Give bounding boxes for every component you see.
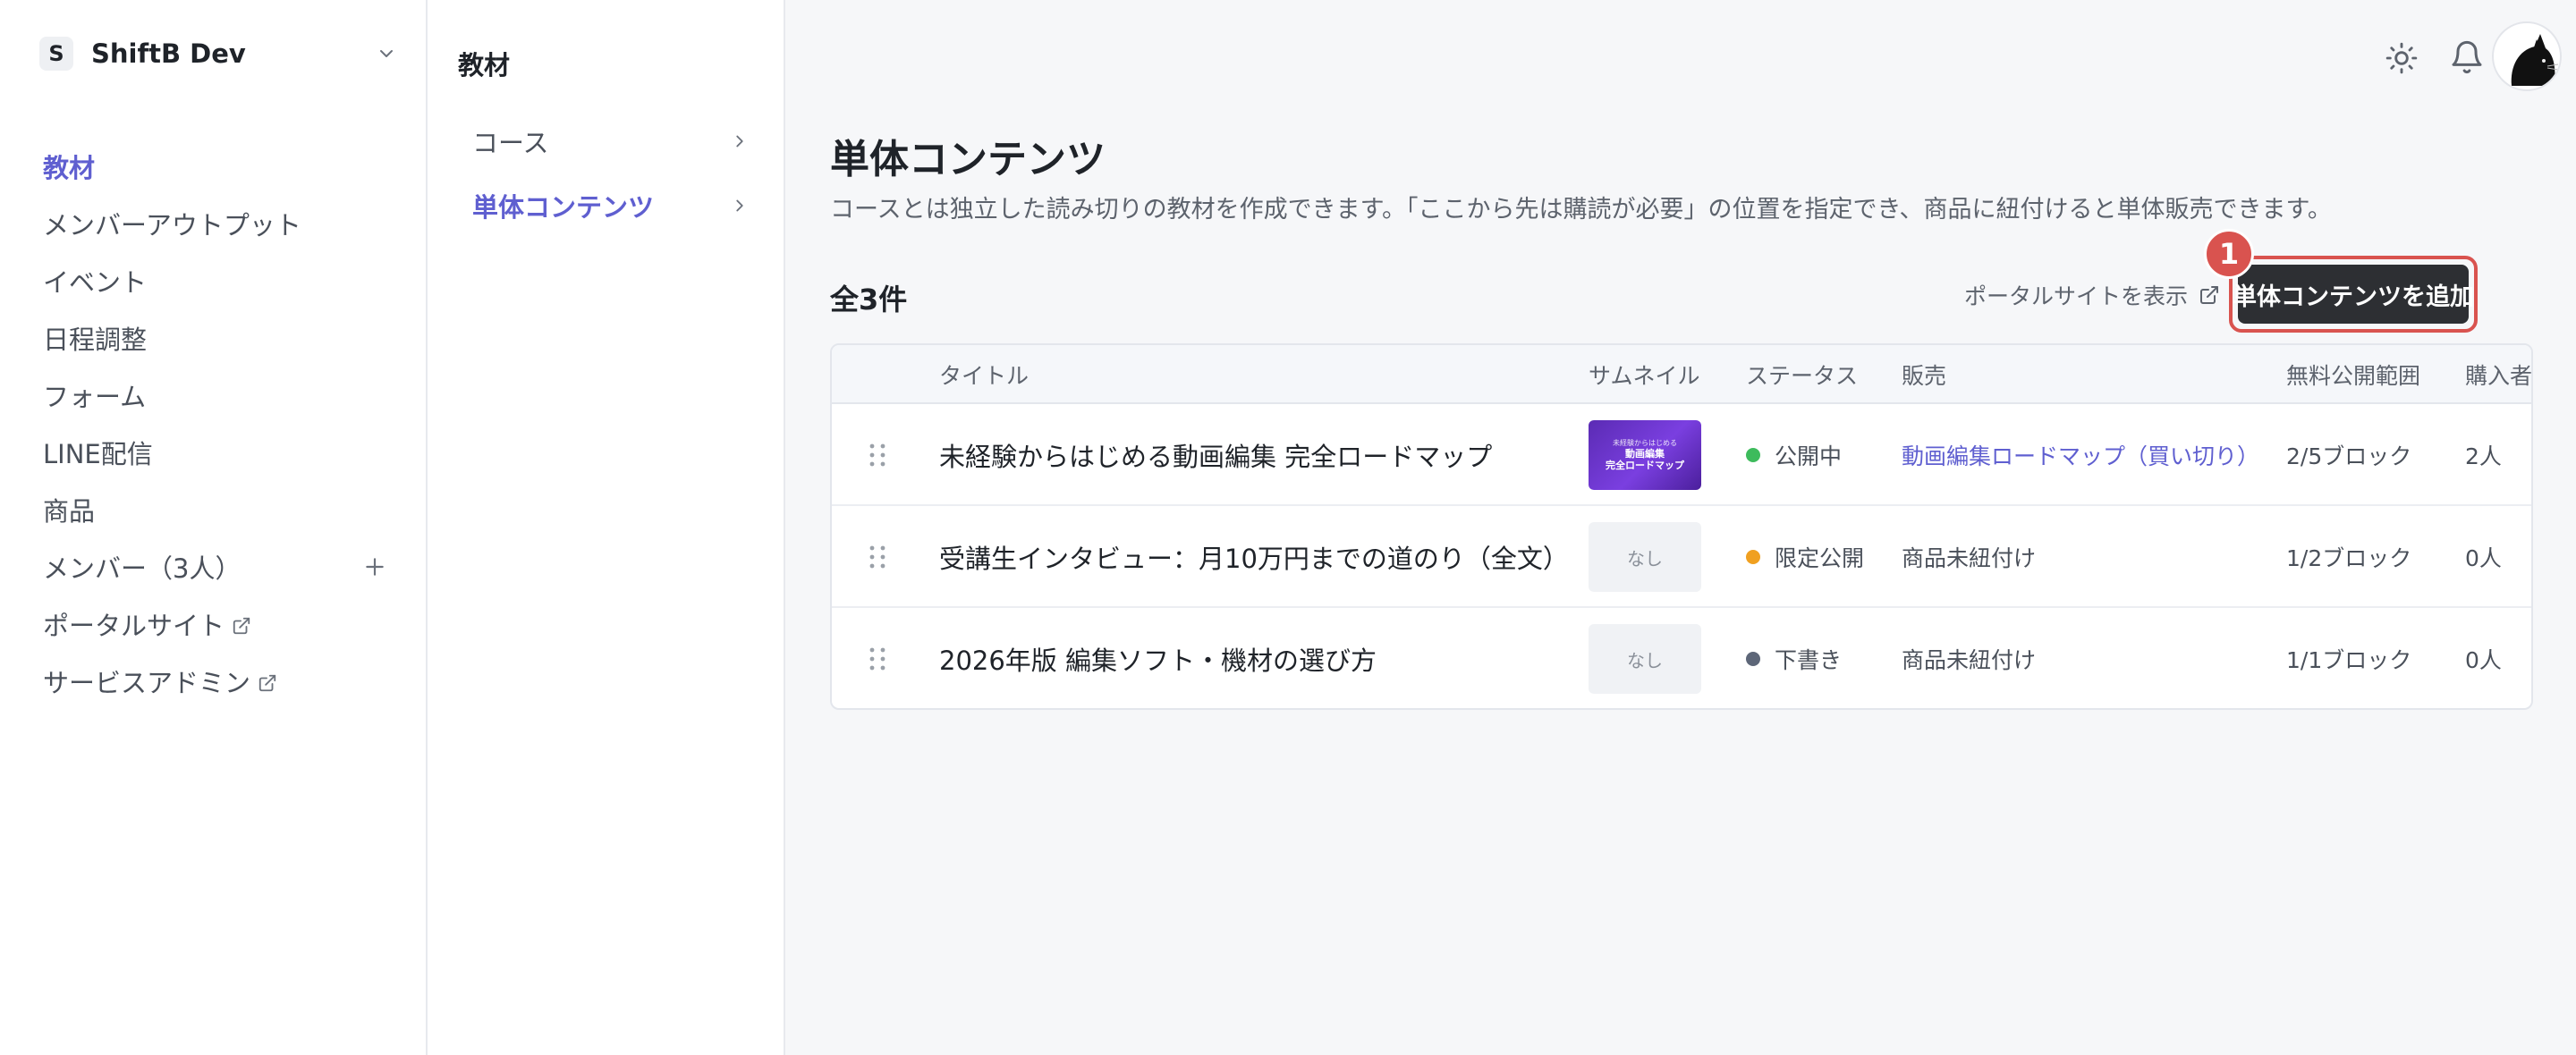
sidebar-item-scheduling[interactable]: 日程調整 — [43, 309, 392, 367]
row-title[interactable]: 受講生インタビュー：月10万円までの道のり（全文） — [939, 506, 1569, 608]
portal-link-label: ポータルサイトを表示 — [1964, 283, 2189, 309]
status-label: 下書き — [1775, 647, 1843, 673]
table-row[interactable]: 2026年版 編集ソフト・機材の選び方 なし 下書き 商品未紐付け 1/1ブロッ… — [832, 608, 2531, 708]
header-title: タイトル — [939, 363, 1030, 389]
thumbnail-text: 完全ロードマップ — [1606, 459, 1684, 471]
status-label: 限定公開 — [1775, 545, 1865, 571]
row-thumbnail: 未経験からはじめる 動画編集 完全ロードマップ — [1589, 404, 1701, 506]
sidebar-item-products[interactable]: 商品 — [43, 481, 392, 538]
row-sale-link[interactable]: 動画編集ロードマップ（買い切り） — [1902, 404, 2259, 506]
status-dot — [1746, 448, 1760, 462]
sidebar-item-forms[interactable]: フォーム — [43, 367, 392, 424]
drag-handle-icon[interactable] — [866, 404, 889, 506]
status-label: 公開中 — [1775, 443, 1843, 469]
portal-site-link[interactable]: ポータルサイトを表示 — [1964, 279, 2220, 311]
add-standalone-content-button[interactable]: 単体コンテンツを追加 — [2233, 265, 2474, 324]
avatar[interactable] — [2492, 21, 2562, 91]
sidebar-item-label: 教材 — [43, 153, 96, 183]
highlight-frame: 単体コンテンツを追加 1 — [2204, 229, 2478, 333]
sidebar-item-label: 日程調整 — [43, 325, 148, 355]
row-buyers: 0人 — [2465, 647, 2502, 673]
main-sidebar: S ShiftB Dev 教材 メンバーアウトプット イベント 日程調整 フォー… — [0, 0, 428, 1055]
thumbnail-text: 未経験からはじめる — [1613, 439, 1677, 448]
row-sale: 商品未紐付け — [1902, 545, 2037, 571]
topbar — [2290, 18, 2576, 98]
sidebar-item-service-admin[interactable]: サービスアドミン — [43, 653, 392, 710]
page-title: 単体コンテンツ — [830, 137, 1106, 182]
subnav-item-standalone[interactable]: 単体コンテンツ — [472, 173, 750, 238]
sub-sidebar: 教材 コース 単体コンテンツ — [428, 0, 785, 1055]
status-dot — [1746, 550, 1760, 564]
drag-handle-icon[interactable] — [866, 608, 889, 708]
header-sale: 販売 — [1902, 363, 1947, 389]
external-link-icon — [233, 617, 250, 635]
row-title[interactable]: 未経験からはじめる動画編集 完全ロードマップ — [939, 404, 1492, 506]
status-dot — [1746, 652, 1760, 666]
row-free-range: 1/1ブロック — [2286, 647, 2412, 673]
header-buyers: 購入者 — [2465, 363, 2533, 389]
chevron-down-icon — [380, 50, 393, 57]
thumbnail-text: 動画編集 — [1625, 447, 1665, 460]
chevron-right-icon — [736, 199, 743, 212]
chevron-right-icon — [736, 135, 743, 148]
table-row[interactable]: 受講生インタビュー：月10万円までの道のり（全文） なし 限定公開 商品未紐付け… — [832, 506, 2531, 608]
sidebar-item-label: LINE配信 — [43, 439, 153, 469]
external-link-icon — [258, 674, 276, 692]
drag-handle-icon[interactable] — [866, 506, 889, 608]
sidebar-item-member-output[interactable]: メンバーアウトプット — [43, 195, 392, 252]
row-sale: 商品未紐付け — [1902, 647, 2037, 673]
bell-icon[interactable] — [2449, 39, 2485, 75]
header-free-range: 無料公開範囲 — [2286, 363, 2421, 389]
row-status: 限定公開 — [1746, 506, 1864, 608]
row-title[interactable]: 2026年版 編集ソフト・機材の選び方 — [939, 608, 1377, 708]
page-description: コースとは独立した読み切りの教材を作成できます。「ここから先は購読が必要」の位置… — [830, 196, 2332, 224]
sidebar-item-portal[interactable]: ポータルサイト — [43, 595, 392, 653]
header-thumbnail: サムネイル — [1589, 363, 1700, 389]
sidebar-item-materials[interactable]: 教材 — [43, 138, 392, 195]
header-status: ステータス — [1746, 363, 1859, 389]
thumbnail-image: 未経験からはじめる 動画編集 完全ロードマップ — [1589, 420, 1701, 490]
row-thumbnail: なし — [1589, 506, 1701, 608]
step-badge: 1 — [2204, 229, 2254, 279]
sidebar-item-label: ポータルサイト — [43, 611, 225, 641]
sidebar-item-label: メンバー（3人） — [43, 553, 242, 584]
content-table: タイトル サムネイル ステータス 販売 無料公開範囲 購入者 未経験からはじめる… — [830, 343, 2533, 710]
row-thumbnail: なし — [1589, 608, 1701, 708]
subnav-title: 教材 — [458, 50, 511, 80]
sidebar-item-label: メンバーアウトプット — [43, 210, 301, 241]
sidebar-item-label: フォーム — [43, 382, 147, 412]
cat-avatar-icon — [2511, 34, 2559, 86]
table-header: タイトル サムネイル ステータス 販売 無料公開範囲 購入者 — [832, 345, 2531, 404]
row-status: 下書き — [1746, 608, 1843, 708]
row-buyers: 0人 — [2465, 545, 2502, 571]
external-link-icon — [2200, 286, 2219, 304]
sidebar-item-events[interactable]: イベント — [43, 252, 392, 309]
thumbnail-placeholder: なし — [1589, 624, 1701, 694]
thumbnail-placeholder: なし — [1589, 522, 1701, 592]
subnav-list: コース 単体コンテンツ — [472, 109, 750, 238]
sidebar-item-line[interactable]: LINE配信 — [43, 424, 392, 481]
row-status: 公開中 — [1746, 404, 1842, 506]
sidebar-item-label: 商品 — [43, 496, 96, 527]
workspace-switcher[interactable]: S ShiftB Dev — [39, 36, 397, 72]
row-buyers: 2人 — [2465, 443, 2502, 469]
row-free-range: 2/5ブロック — [2286, 443, 2412, 469]
row-free-range: 1/2ブロック — [2286, 545, 2412, 571]
plus-icon[interactable] — [363, 555, 386, 578]
subnav-item-label: 単体コンテンツ — [472, 192, 655, 223]
sidebar-item-label: サービスアドミン — [43, 668, 251, 698]
sidebar-item-label: イベント — [43, 267, 148, 298]
table-row[interactable]: 未経験からはじめる動画編集 完全ロードマップ 未経験からはじめる 動画編集 完全… — [832, 404, 2531, 506]
workspace-name: ShiftB Dev — [91, 38, 246, 69]
item-count: 全3件 — [830, 283, 908, 316]
sidebar-nav: 教材 メンバーアウトプット イベント 日程調整 フォーム LINE配信 商品 メ… — [43, 138, 392, 710]
sun-icon[interactable] — [2385, 41, 2419, 75]
subnav-item-courses[interactable]: コース — [472, 109, 750, 173]
subnav-item-label: コース — [472, 128, 549, 158]
workspace-badge: S — [39, 37, 73, 71]
sidebar-item-members[interactable]: メンバー（3人） — [43, 538, 392, 595]
